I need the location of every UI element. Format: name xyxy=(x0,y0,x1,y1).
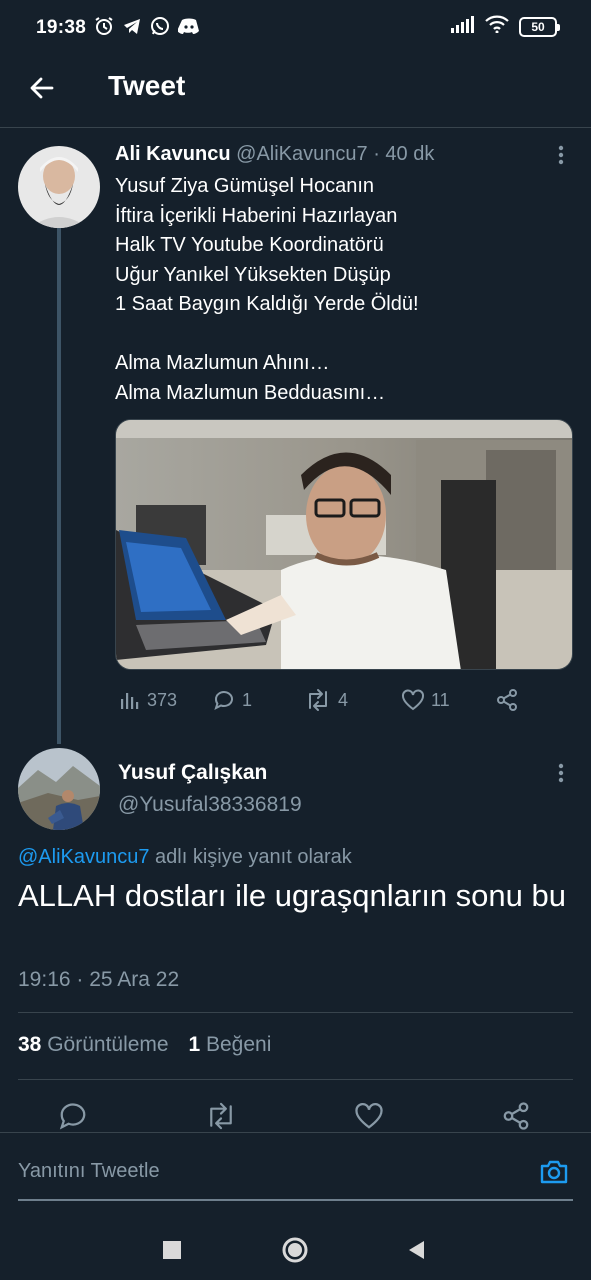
retweet-icon xyxy=(309,689,327,711)
like-count: 11 xyxy=(431,689,450,710)
like-button[interactable] xyxy=(351,1098,387,1134)
tweet-actions: 373 1 4 11 xyxy=(115,684,535,716)
share-icon xyxy=(497,689,517,711)
retweet-icon xyxy=(210,1102,232,1130)
heart-icon xyxy=(402,689,424,711)
whatsapp-icon xyxy=(150,16,170,41)
share-icon xyxy=(503,1102,529,1130)
reply-bubble-icon xyxy=(59,1103,86,1130)
author-name[interactable]: Ali Kavuncu xyxy=(115,143,231,165)
reply-more-button[interactable] xyxy=(547,759,575,787)
like-label[interactable]: Beğeni xyxy=(206,1033,271,1056)
reply-composer: Yanıtını Tweetle xyxy=(0,1132,591,1220)
share-action[interactable] xyxy=(495,684,519,716)
avatar-yusuf-caliskan[interactable] xyxy=(18,748,100,830)
telegram-icon xyxy=(122,16,142,41)
square-icon xyxy=(163,1241,181,1259)
system-back-button[interactable] xyxy=(396,1230,436,1270)
recents-button[interactable] xyxy=(152,1230,192,1270)
reply-bubble-icon xyxy=(214,691,233,710)
analytics-icon xyxy=(121,693,139,709)
author-handle[interactable]: @AliKavuncu7 xyxy=(236,143,367,165)
tweet-media-photo[interactable] xyxy=(115,419,573,670)
back-button[interactable] xyxy=(24,70,60,106)
engagement-stats: 38 Görüntüleme 1 Beğeni xyxy=(18,1033,285,1057)
separator-dot: · xyxy=(373,143,380,165)
view-count: 38 xyxy=(18,1033,42,1056)
reply-author-handle[interactable]: @Yusufal38336819 xyxy=(118,793,302,817)
retweet-count: 4 xyxy=(338,689,349,710)
divider xyxy=(18,1079,573,1080)
page-title: Tweet xyxy=(108,70,186,101)
reply-timestamp[interactable]: 19:16 · 25 Ara 22 xyxy=(18,968,179,992)
discord-icon xyxy=(177,17,200,40)
retweet-action[interactable]: 4 xyxy=(304,684,348,716)
tweet-author-row: Ali Kavuncu @AliKavuncu7 · 40 dk xyxy=(115,143,434,166)
divider xyxy=(18,1012,573,1013)
tweet-text: Yusuf Ziya Gümüşel Hocanın İftira İçerik… xyxy=(115,175,419,404)
alarm-icon xyxy=(94,16,114,41)
battery-icon: 50 xyxy=(519,16,560,37)
reply-input-underline xyxy=(18,1199,573,1201)
reply-actions xyxy=(0,1098,591,1134)
reply-input[interactable]: Yanıtını Tweetle xyxy=(18,1160,160,1183)
status-bar: 19:38 50 xyxy=(0,0,591,56)
share-button[interactable] xyxy=(498,1098,534,1134)
more-vertical-icon xyxy=(558,763,564,783)
triangle-back-icon xyxy=(409,1241,424,1259)
replying-to-handle-link[interactable]: @AliKavuncu7 xyxy=(18,846,149,868)
system-icons: 50 xyxy=(451,15,560,38)
reply-action[interactable]: 1 xyxy=(212,684,252,716)
view-label[interactable]: Görüntüleme xyxy=(47,1033,168,1056)
status-time: 19:38 xyxy=(36,17,87,38)
system-nav-bar xyxy=(0,1220,591,1280)
heart-icon xyxy=(355,1103,383,1129)
like-total: 1 xyxy=(188,1033,201,1056)
signal-icon xyxy=(451,15,475,38)
wifi-icon xyxy=(485,15,509,38)
reply-author-name[interactable]: Yusuf Çalışkan xyxy=(118,761,267,785)
replying-to: @AliKavuncu7 adlı kişiye yanıt olarak xyxy=(18,846,352,869)
avatar-ali-kavuncu[interactable] xyxy=(18,146,100,228)
more-vertical-icon xyxy=(558,145,564,165)
arrow-left-icon xyxy=(30,77,54,99)
camera-button[interactable] xyxy=(537,1155,571,1189)
replying-to-text: adlı kişiye yanıt olarak xyxy=(155,846,352,868)
battery-level: 50 xyxy=(531,19,545,34)
circle-icon xyxy=(282,1237,308,1263)
views-action[interactable]: 373 xyxy=(119,684,177,716)
like-action[interactable]: 11 xyxy=(401,684,450,716)
app-header: Tweet xyxy=(0,56,591,128)
tweet-time-ago: 40 dk xyxy=(385,143,435,165)
home-button[interactable] xyxy=(275,1230,315,1270)
retweet-button[interactable] xyxy=(203,1098,239,1134)
views-count: 373 xyxy=(147,689,178,710)
reply-button[interactable] xyxy=(55,1098,91,1134)
reply-text: ALLAH dostları ile ugraşqnların sonu bu xyxy=(18,878,566,913)
camera-icon xyxy=(540,1160,568,1184)
notification-icons xyxy=(94,16,200,41)
reply-count: 1 xyxy=(242,689,253,710)
thread-connector-line xyxy=(57,228,61,744)
tweet-more-button[interactable] xyxy=(547,141,575,169)
